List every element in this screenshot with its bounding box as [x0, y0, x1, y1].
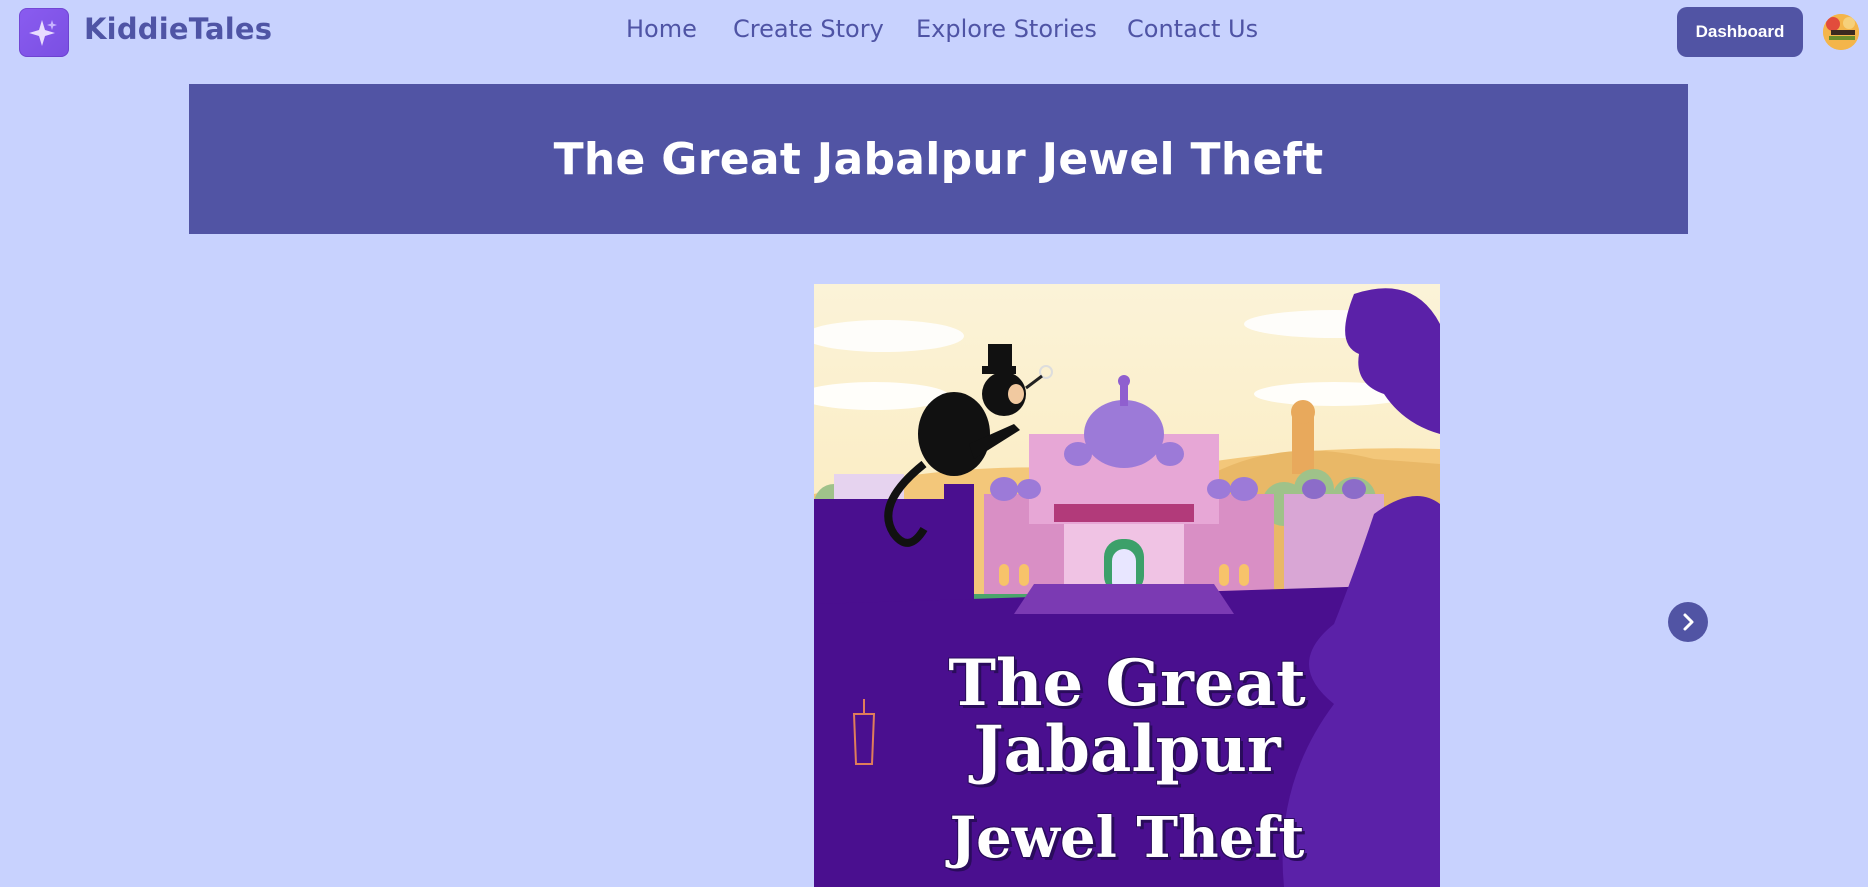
- story-cover-image: The Great Jabalpur Jewel Theft: [814, 284, 1440, 887]
- cover-title-line-2: Jabalpur: [973, 712, 1281, 787]
- nav-link-explore-stories[interactable]: Explore Stories: [916, 15, 1097, 43]
- story-title-banner: The Great Jabalpur Jewel Theft: [189, 84, 1688, 234]
- chevron-right-icon: [1683, 613, 1694, 631]
- dashboard-button[interactable]: Dashboard: [1677, 7, 1803, 57]
- next-page-button[interactable]: [1668, 602, 1708, 642]
- nav-link-create-story[interactable]: Create Story: [733, 15, 884, 43]
- story-title: The Great Jabalpur Jewel Theft: [553, 133, 1324, 185]
- user-avatar[interactable]: [1823, 14, 1859, 50]
- brand-name[interactable]: KiddieTales: [84, 12, 272, 46]
- cover-title-line-3: Jewel Theft: [949, 805, 1305, 871]
- nav-link-contact-us[interactable]: Contact Us: [1127, 15, 1258, 43]
- cover-title-line-1: The Great: [948, 646, 1306, 721]
- sparkle-icon[interactable]: [19, 8, 69, 57]
- nav-link-home[interactable]: Home: [626, 15, 697, 43]
- navbar: KiddieTales Home Create Story Explore St…: [0, 0, 1868, 64]
